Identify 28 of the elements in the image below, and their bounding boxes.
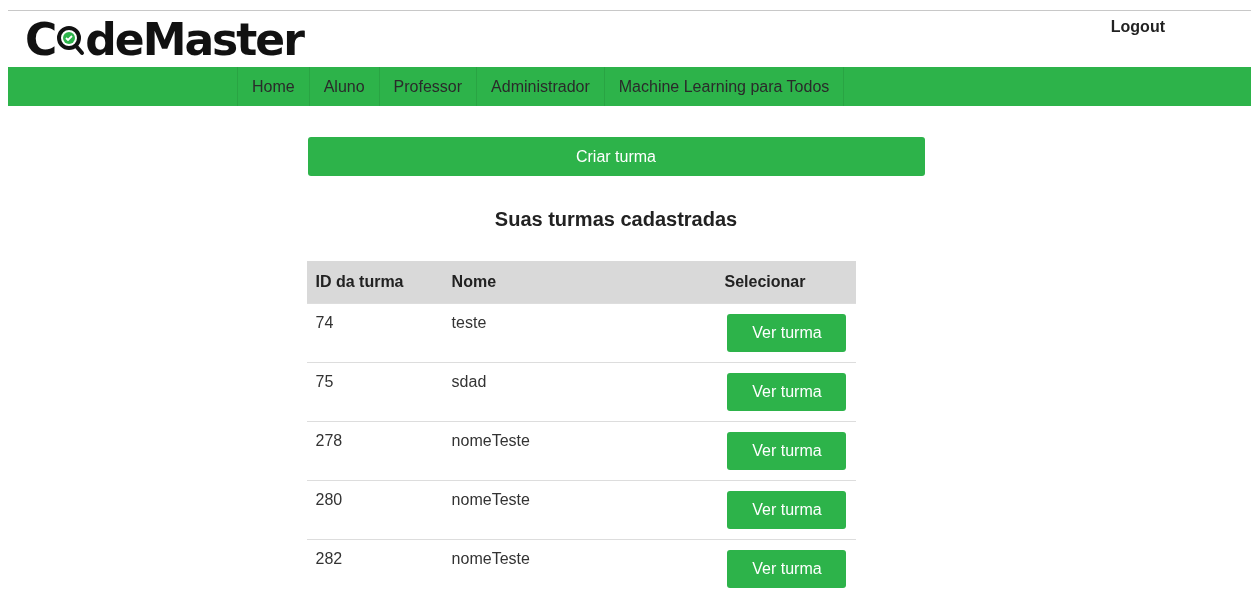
create-class-button[interactable]: Criar turma	[307, 137, 925, 176]
view-class-button[interactable]: Ver turma	[727, 491, 847, 529]
view-class-button[interactable]: Ver turma	[727, 314, 847, 352]
nav-item[interactable]: Aluno	[308, 67, 379, 106]
view-class-button[interactable]: Ver turma	[727, 373, 847, 411]
nav-item[interactable]: Administrador	[476, 67, 604, 106]
logo-text: deMaster	[85, 13, 303, 67]
nav-item[interactable]: Machine Learning para Todos	[603, 67, 845, 106]
nav-item[interactable]: Home	[237, 67, 309, 106]
table-cell: 278	[306, 421, 443, 481]
section-title: Suas turmas cadastradas	[494, 208, 738, 231]
table-cell: 74	[306, 303, 443, 363]
column-header: Nome	[442, 261, 716, 304]
table-cell: sdad	[442, 362, 716, 422]
table-cell: nomeTeste	[442, 539, 716, 598]
table-cell: 75	[306, 362, 443, 422]
table-cell: 282	[306, 539, 443, 598]
table-cell: nomeTeste	[442, 480, 716, 540]
nav-item[interactable]: Professor	[378, 67, 477, 106]
column-header: ID da turma	[306, 261, 443, 304]
view-class-button[interactable]: Ver turma	[727, 432, 847, 470]
logo-text: C	[25, 13, 56, 67]
logout-link[interactable]: Logout	[1110, 18, 1165, 36]
column-header: Selecionar	[715, 261, 856, 304]
table-cell: 280	[306, 480, 443, 540]
table-cell: teste	[442, 303, 716, 363]
table-cell: nomeTeste	[442, 421, 716, 481]
view-class-button[interactable]: Ver turma	[727, 550, 847, 588]
